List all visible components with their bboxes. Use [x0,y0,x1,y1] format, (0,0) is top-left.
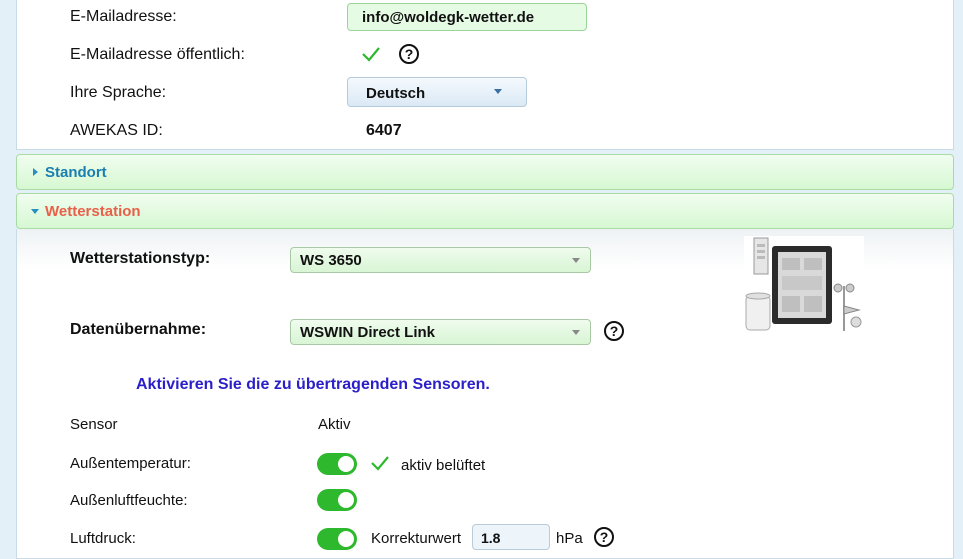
chevron-down-icon [31,209,39,214]
language-value: Deutsch [366,85,426,102]
data-import-value: WSWIN Direct Link [300,324,436,341]
checkmark-icon[interactable] [360,44,382,64]
accordion-standort[interactable]: Standort [16,154,954,190]
toggle-knob [338,456,354,472]
temperature-toggle[interactable] [317,453,357,475]
sensor-column-header: Sensor [70,416,118,433]
awekas-id-label: AWEKAS ID: [70,122,163,139]
sensor-notice: Aktivieren Sie die zu übertragenden Sens… [136,376,490,393]
station-type-value: WS 3650 [300,252,362,269]
weather-station-image [744,236,864,336]
station-type-label: Wetterstationstyp: [70,250,211,267]
chevron-down-icon [572,258,580,263]
email-label: E-Mailadresse: [70,8,177,25]
humidity-toggle[interactable] [317,489,357,511]
station-type-select[interactable]: WS 3650 [290,247,591,273]
sensor-label-temperature: Außentemperatur: [70,455,191,472]
toggle-knob [338,531,354,547]
help-icon[interactable]: ? [604,321,624,341]
data-import-select[interactable]: WSWIN Direct Link [290,319,591,345]
awekas-id-value: 6407 [366,122,402,139]
correction-input[interactable]: 1.8 [472,524,550,550]
unit-label: hPa [556,530,583,547]
help-icon[interactable]: ? [594,527,614,547]
help-icon[interactable]: ? [399,44,419,64]
correction-label: Korrekturwert [371,530,462,547]
chevron-right-icon [33,168,38,176]
accordion-standort-title: Standort [45,164,107,181]
data-import-label: Datenübernahme: [70,321,207,338]
email-public-label: E-Mailadresse öffentlich: [70,46,245,63]
accordion-wetterstation-title: Wetterstation [45,203,141,220]
language-select[interactable]: Deutsch [347,77,527,107]
ventilated-label: aktiv belüftet [401,457,486,474]
accordion-wetterstation[interactable]: Wetterstation [16,193,954,229]
checkmark-icon[interactable] [369,453,391,473]
toggle-knob [338,492,354,508]
chevron-down-icon [572,330,580,335]
language-label: Ihre Sprache: [70,84,167,101]
sensor-label-pressure: Luftdruck: [70,530,136,547]
chevron-down-icon [494,89,502,94]
pressure-toggle[interactable] [317,528,357,550]
sensor-label-humidity: Außenluftfeuchte: [70,492,188,509]
email-field[interactable] [347,3,587,31]
active-column-header: Aktiv [318,416,351,433]
